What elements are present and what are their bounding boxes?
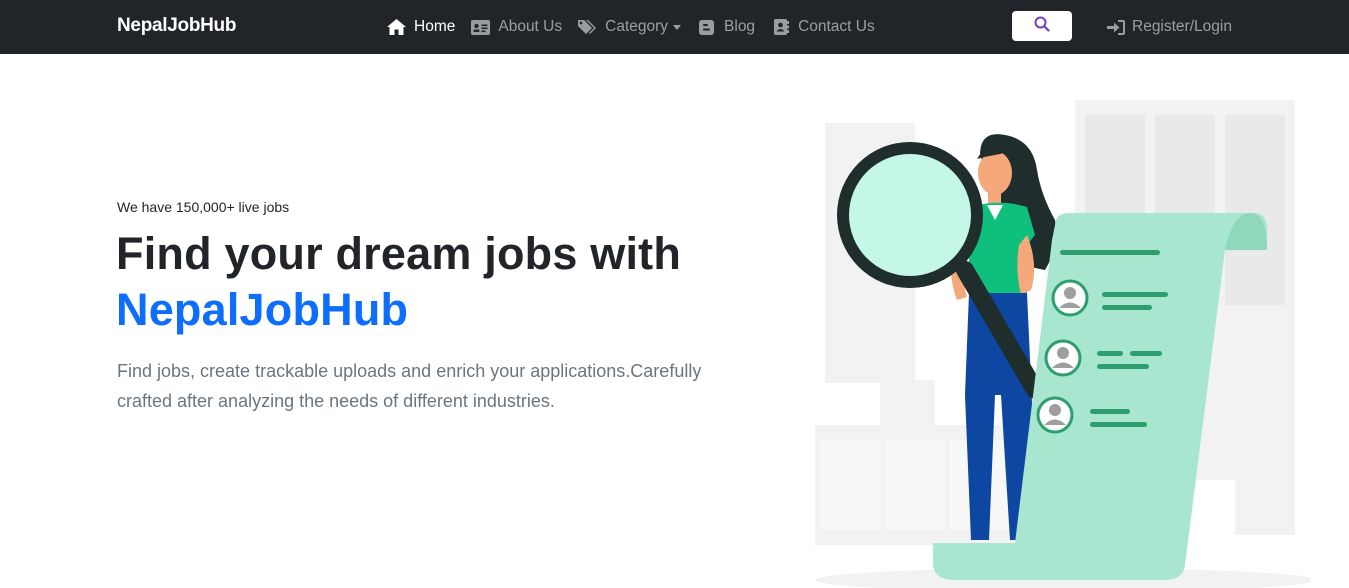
brand-logo[interactable]: NepalJobHub xyxy=(117,15,236,37)
id-card-icon xyxy=(471,19,491,36)
nav-item-label: Contact Us xyxy=(798,18,875,35)
hero-headline: Find your dream jobs with NepalJobHub xyxy=(116,226,681,338)
register-login-link[interactable]: Register/Login xyxy=(1107,0,1232,54)
search-icon xyxy=(1034,16,1050,37)
hero-headline-text: Find your dream jobs with xyxy=(116,228,682,279)
nav-item-blog[interactable]: Blog xyxy=(697,0,755,54)
nav-item-category[interactable]: Category xyxy=(578,0,682,54)
address-book-icon xyxy=(771,19,790,36)
hero-headline-brand: NepalJobHub xyxy=(116,284,409,335)
top-navbar: NepalJobHub Home About Us Category Blog … xyxy=(0,0,1349,54)
chevron-down-icon xyxy=(673,24,682,30)
hero-illustration xyxy=(805,95,1315,588)
nav-item-label: About Us xyxy=(498,18,563,35)
nav-item-about[interactable]: About Us xyxy=(471,0,562,54)
search-button[interactable] xyxy=(1012,11,1072,41)
sign-in-icon xyxy=(1107,19,1125,35)
nav-links: Home About Us Category Blog Contact Us xyxy=(387,0,891,54)
nav-item-label: Category xyxy=(605,18,669,35)
home-icon xyxy=(387,19,406,36)
blog-icon xyxy=(697,19,716,36)
nav-item-label: Blog xyxy=(724,18,756,35)
hero-tagline: We have 150,000+ live jobs xyxy=(117,199,290,215)
nav-item-contact[interactable]: Contact Us xyxy=(771,0,875,54)
tags-icon xyxy=(578,19,597,36)
hero-description: Find jobs, create trackable uploads and … xyxy=(117,361,702,411)
nav-item-label: Home xyxy=(414,18,456,35)
nav-item-home[interactable]: Home xyxy=(387,0,455,54)
login-label: Register/Login xyxy=(1132,18,1232,35)
job-search-illustration xyxy=(815,100,1315,588)
